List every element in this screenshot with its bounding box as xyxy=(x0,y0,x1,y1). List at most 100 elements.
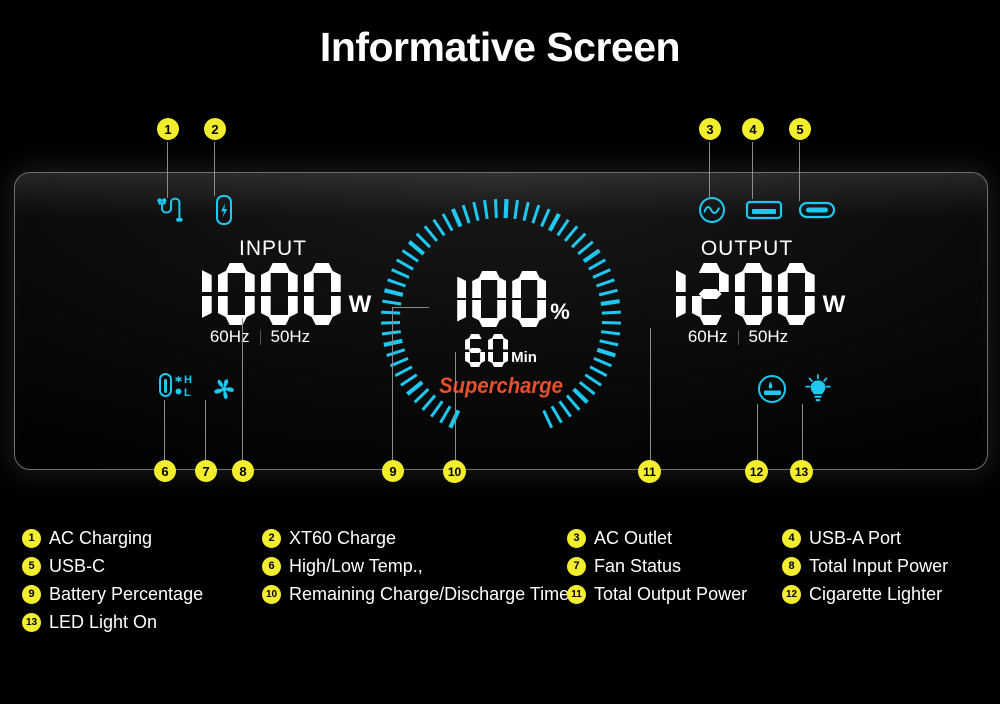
callout-badge-9[interactable]: 9 xyxy=(382,460,404,482)
legend-row: 1 AC Charging 2 XT60 Charge 3 AC Outlet … xyxy=(22,528,987,549)
legend: 1 AC Charging 2 XT60 Charge 3 AC Outlet … xyxy=(22,528,987,640)
seven-segment-digit xyxy=(488,334,509,367)
leader-line-11 xyxy=(650,328,651,460)
seven-segment-digit xyxy=(512,271,547,327)
output-hz-50: 50Hz xyxy=(748,327,789,346)
legend-item-5[interactable]: 5 USB-C xyxy=(22,556,262,577)
minutes-label: Min xyxy=(511,349,537,366)
remaining-time-value xyxy=(465,334,509,367)
legend-item-8[interactable]: 8 Total Input Power xyxy=(782,556,948,577)
leader-line-13 xyxy=(802,404,803,460)
legend-item-4[interactable]: 4 USB-A Port xyxy=(782,528,901,549)
legend-item-3[interactable]: 3 AC Outlet xyxy=(567,528,782,549)
ac-charging-icon xyxy=(155,195,189,225)
callout-badge-2[interactable]: 2 xyxy=(204,118,226,140)
legend-item-7[interactable]: 7 Fan Status xyxy=(567,556,782,577)
xt60-charge-icon xyxy=(211,193,237,227)
callout-badge-7[interactable]: 7 xyxy=(195,460,217,482)
output-label: OUTPUT xyxy=(700,237,794,260)
callout-badge-5[interactable]: 5 xyxy=(789,118,811,140)
input-hz-50: 50Hz xyxy=(270,327,311,346)
legend-badge-8: 8 xyxy=(782,557,801,576)
legend-badge-1: 1 xyxy=(22,529,41,548)
input-power-value xyxy=(175,263,341,325)
leader-line-7 xyxy=(205,400,206,460)
legend-item-2[interactable]: 2 XT60 Charge xyxy=(262,528,567,549)
seven-segment-digit xyxy=(303,263,341,325)
battery-gauge: % Min Supercharge xyxy=(377,195,625,443)
legend-item-11[interactable]: 11 Total Output Power xyxy=(567,584,782,605)
legend-label-4: USB-A Port xyxy=(809,528,902,548)
input-hz-divider xyxy=(259,329,261,345)
legend-label-8: Total Input Power xyxy=(809,556,949,576)
output-power-block: OUTPUT W 60Hz 50Hz xyxy=(627,237,867,347)
legend-label-6: High/Low Temp., xyxy=(289,556,423,576)
output-power-value xyxy=(649,263,815,325)
legend-item-12[interactable]: 12 Cigarette Lighter xyxy=(782,584,942,605)
callout-badge-11[interactable]: 11 xyxy=(638,460,661,483)
legend-badge-2: 2 xyxy=(262,529,281,548)
legend-row: 13 LED Light On xyxy=(22,612,987,633)
input-power-block: INPUT W 60Hz 50Hz xyxy=(163,237,383,347)
leader-line-3 xyxy=(709,142,710,198)
supercharge-status: Supercharge xyxy=(439,373,563,398)
cigarette-lighter-icon xyxy=(756,373,788,405)
legend-badge-13: 13 xyxy=(22,613,41,632)
temp-high-label: H xyxy=(184,374,192,386)
legend-badge-3: 3 xyxy=(567,529,586,548)
leader-line-9-elbow xyxy=(392,307,429,308)
legend-item-6[interactable]: 6 High/Low Temp., xyxy=(262,556,567,577)
leader-line-8 xyxy=(242,318,243,460)
legend-label-10: Remaining Charge/Discharge Time xyxy=(289,584,570,604)
seven-segment-digit xyxy=(465,334,485,367)
screen-inner: H L INPUT W 60Hz 50Hz OUTPUT W 60Hz 50Hz… xyxy=(15,173,987,469)
legend-badge-12: 12 xyxy=(782,585,801,604)
callout-badge-3[interactable]: 3 xyxy=(699,118,721,140)
led-light-icon xyxy=(803,373,833,405)
seven-segment-digit xyxy=(649,263,686,325)
usb-a-port-icon xyxy=(745,198,783,222)
page-title: Informative Screen xyxy=(319,24,681,70)
legend-badge-5: 5 xyxy=(22,557,41,576)
callout-badge-8[interactable]: 8 xyxy=(232,460,254,482)
legend-item-10[interactable]: 10 Remaining Charge/Discharge Time xyxy=(262,584,570,605)
seven-segment-digit xyxy=(432,271,467,327)
legend-label-12: Cigarette Lighter xyxy=(809,584,943,604)
callout-badge-6[interactable]: 6 xyxy=(154,460,176,482)
leader-line-10 xyxy=(455,352,456,460)
output-hz-60: 60Hz xyxy=(687,327,728,346)
seven-segment-digit xyxy=(260,263,298,325)
legend-label-11: Total Output Power xyxy=(594,584,748,604)
legend-badge-9: 9 xyxy=(22,585,41,604)
input-label: INPUT xyxy=(239,237,307,260)
gauge-center: % Min xyxy=(377,195,625,443)
legend-badge-10: 10 xyxy=(262,585,281,604)
fan-status-icon xyxy=(211,376,237,402)
leader-line-9 xyxy=(392,307,393,460)
temp-low-label: L xyxy=(184,387,191,399)
legend-label-2: XT60 Charge xyxy=(289,528,397,548)
callout-badge-12[interactable]: 12 xyxy=(745,460,768,483)
callout-badge-10[interactable]: 10 xyxy=(443,460,466,483)
legend-item-9[interactable]: 9 Battery Percentage xyxy=(22,584,262,605)
legend-item-13[interactable]: 13 LED Light On xyxy=(22,612,262,633)
legend-item-1[interactable]: 1 AC Charging xyxy=(22,528,262,549)
informative-screen-panel: H L INPUT W 60Hz 50Hz OUTPUT W 60Hz 50Hz… xyxy=(14,172,988,470)
callout-badge-1[interactable]: 1 xyxy=(157,118,179,140)
output-unit: W xyxy=(822,291,846,318)
seven-segment-digit xyxy=(692,263,729,325)
seven-segment-digit xyxy=(217,263,255,325)
battery-percentage-value xyxy=(432,271,547,327)
ac-outlet-icon xyxy=(697,195,727,225)
percent-symbol: % xyxy=(550,299,570,324)
legend-badge-11: 11 xyxy=(567,585,586,604)
leader-line-2 xyxy=(214,142,215,196)
callout-badge-13[interactable]: 13 xyxy=(790,460,813,483)
usb-c-port-icon xyxy=(798,200,836,220)
legend-badge-4: 4 xyxy=(782,529,801,548)
legend-label-3: AC Outlet xyxy=(594,528,673,548)
callout-badge-4[interactable]: 4 xyxy=(742,118,764,140)
legend-label-13: LED Light On xyxy=(49,612,158,632)
leader-line-4 xyxy=(752,142,753,199)
legend-label-1: AC Charging xyxy=(49,528,153,548)
